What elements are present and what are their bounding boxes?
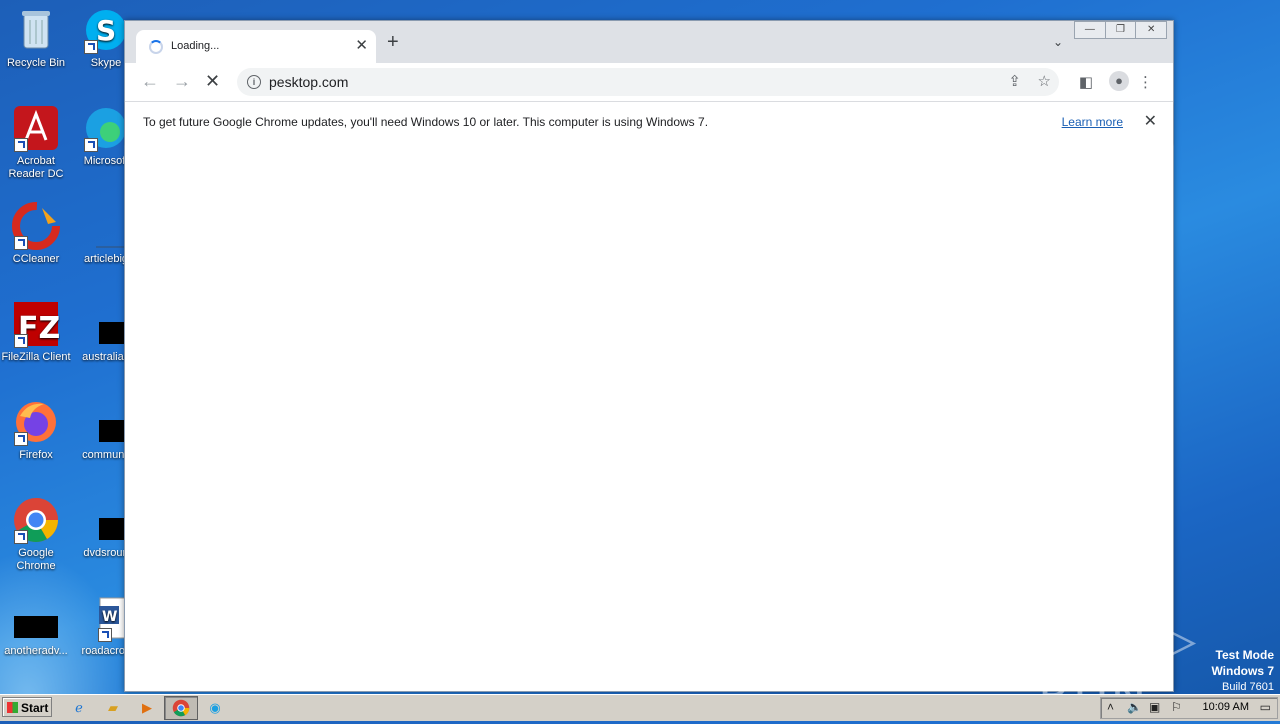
test-mode-line1: Test Mode xyxy=(1215,648,1274,662)
desktop-icon-acrobat[interactable]: Acrobat Reader DC xyxy=(1,104,71,181)
file-icon xyxy=(82,398,133,446)
icon-label: Firefox xyxy=(19,449,53,461)
desktop-icon-filezilla[interactable]: FZ FileZilla Client xyxy=(1,300,71,364)
desktop-icon-anotheradv[interactable]: anotheradv... xyxy=(1,594,71,658)
ie-icon[interactable]: ℯ xyxy=(70,699,88,717)
start-button[interactable]: Start xyxy=(2,697,52,717)
taskbar: Start ℯ ▰ ▶ ◉ ˄ 🔈 ▣ ⚐ 10:09 AM ▭ xyxy=(0,694,1280,721)
desktop-icon-ccleaner[interactable]: CCleaner xyxy=(1,202,71,266)
desktop-icon-recycle-bin[interactable]: Recycle Bin xyxy=(1,6,71,70)
firefox-icon xyxy=(12,398,60,446)
loading-spinner-icon xyxy=(149,40,163,54)
forward-arrow-icon[interactable]: → xyxy=(173,71,191,92)
network-icon[interactable]: ▣ xyxy=(1149,700,1160,714)
word-document-icon: W xyxy=(82,594,131,642)
shortcut-arrow-icon xyxy=(14,138,28,152)
minimize-button[interactable]: — xyxy=(1074,21,1106,39)
chrome-icon xyxy=(172,699,190,717)
filezilla-icon: FZ xyxy=(12,300,60,348)
infobar-close-icon[interactable]: ✕ xyxy=(1144,111,1157,131)
clock[interactable]: 10:09 AM xyxy=(1203,701,1249,713)
page-content xyxy=(125,142,1173,691)
icon-label: FileZilla Client xyxy=(1,351,71,363)
show-desktop-icon[interactable]: ▭ xyxy=(1260,700,1271,714)
file-icon xyxy=(82,300,133,348)
file-icon xyxy=(82,202,130,250)
test-mode-line3: Build 7601 xyxy=(1222,681,1274,693)
tab-title: Loading... xyxy=(171,40,220,52)
ccleaner-icon xyxy=(12,202,60,250)
icon-label: Recycle Bin xyxy=(6,57,66,69)
redacted-thumbnail xyxy=(14,616,58,638)
explorer-folder-icon[interactable]: ▰ xyxy=(104,699,122,717)
edge-icon[interactable]: ◉ xyxy=(206,699,224,717)
shortcut-arrow-icon xyxy=(14,236,28,250)
new-tab-button[interactable]: + xyxy=(387,31,399,54)
skype-icon: S xyxy=(82,6,130,54)
test-mode-label: Test Mode Windows 7 Build 7601 xyxy=(1211,648,1274,695)
shortcut-arrow-icon xyxy=(84,40,98,54)
test-mode-line2: Windows 7 xyxy=(1211,664,1274,678)
tab-active[interactable]: Loading... ✕ xyxy=(136,30,376,63)
url-text[interactable]: pesktop.com xyxy=(269,74,348,90)
volume-icon[interactable]: 🔈 xyxy=(1127,700,1142,714)
bookmark-star-icon[interactable]: ☆ xyxy=(1038,72,1051,90)
svg-text:W: W xyxy=(102,609,117,625)
infobar-message: To get future Google Chrome updates, you… xyxy=(143,115,709,129)
tab-search-icon[interactable]: ⌄ xyxy=(1053,35,1063,49)
learn-more-link[interactable]: Learn more xyxy=(1062,115,1123,129)
acrobat-icon xyxy=(12,104,60,152)
infobar: To get future Google Chrome updates, you… xyxy=(125,101,1173,143)
back-arrow-icon[interactable]: ← xyxy=(141,71,159,92)
edge-icon xyxy=(82,104,130,152)
tab-close-icon[interactable]: ✕ xyxy=(355,36,368,54)
shortcut-arrow-icon xyxy=(14,432,28,446)
tray-expand-icon[interactable]: ˄ xyxy=(1107,700,1114,714)
icon-label: anotheradv... xyxy=(4,645,68,657)
svg-text:S: S xyxy=(96,14,116,47)
side-panel-icon[interactable]: ◧ xyxy=(1079,73,1093,91)
shortcut-arrow-icon xyxy=(84,138,98,152)
file-icon xyxy=(12,594,60,642)
chrome-icon xyxy=(12,496,60,544)
icon-label: CCleaner xyxy=(12,253,60,265)
chrome-window: Loading... ✕ + ⌄ — ❐ ✕ ← → ✕ i pesktop.c… xyxy=(124,20,1174,692)
taskbar-chrome-active[interactable] xyxy=(164,696,198,720)
share-icon[interactable]: ⇪ xyxy=(1008,72,1021,90)
stop-loading-icon[interactable]: ✕ xyxy=(205,71,220,92)
windows-flag-icon xyxy=(7,702,18,713)
profile-avatar-icon[interactable]: ● xyxy=(1109,71,1129,91)
icon-label: Google Chrome xyxy=(16,547,56,572)
file-icon xyxy=(82,496,133,544)
media-player-icon[interactable]: ▶ xyxy=(138,699,156,717)
desktop-icon-google-chrome[interactable]: Google Chrome xyxy=(1,496,71,573)
window-controls: — ❐ ✕ xyxy=(1074,21,1168,39)
site-info-icon[interactable]: i xyxy=(247,75,261,89)
action-center-flag-icon[interactable]: ⚐ xyxy=(1171,700,1182,714)
desktop-icon-firefox[interactable]: Firefox xyxy=(1,398,71,462)
shortcut-arrow-icon xyxy=(14,530,28,544)
start-label: Start xyxy=(21,701,49,715)
recycle-bin-icon xyxy=(12,6,60,54)
close-window-button[interactable]: ✕ xyxy=(1135,21,1168,39)
icon-label: Acrobat Reader DC xyxy=(8,155,64,180)
address-bar[interactable]: i pesktop.com ⇪ ☆ xyxy=(237,68,1059,96)
kebab-menu-icon[interactable]: ⋮ xyxy=(1138,73,1153,91)
browser-toolbar: ← → ✕ i pesktop.com ⇪ ☆ ◧ ● ⋮ xyxy=(125,63,1173,101)
restore-button[interactable]: ❐ xyxy=(1104,21,1137,39)
shortcut-arrow-icon xyxy=(14,334,28,348)
shortcut-arrow-icon xyxy=(98,628,112,642)
tab-strip: Loading... ✕ + ⌄ — ❐ ✕ xyxy=(125,21,1173,63)
system-tray: ˄ 🔈 ▣ ⚐ 10:09 AM ▭ xyxy=(1100,697,1278,719)
